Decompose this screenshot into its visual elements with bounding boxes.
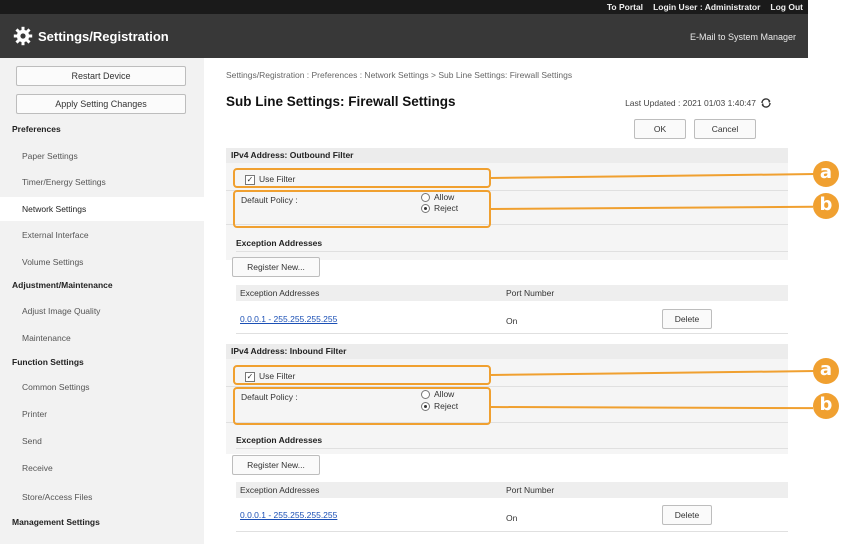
sidebar-item-volume-settings[interactable]: Volume Settings (22, 257, 83, 267)
ok-button[interactable]: OK (634, 119, 686, 139)
divider (236, 448, 788, 449)
login-user-label: Login User : Administrator (653, 2, 761, 12)
to-portal-link[interactable]: To Portal (607, 0, 643, 14)
logout-link[interactable]: Log Out (770, 0, 803, 14)
top-bar: To Portal Login User : Administrator Log… (0, 0, 841, 14)
last-updated-text: Last Updated : 2021 01/03 1:40:47 (625, 98, 756, 108)
apply-setting-changes-button[interactable]: Apply Setting Changes (16, 94, 186, 114)
col-exception-addresses: Exception Addresses (240, 485, 320, 495)
divider (236, 333, 788, 334)
callout-badge-a: a (813, 161, 839, 187)
callout-badge-a: a (813, 358, 839, 384)
outbound-filter-header: IPv4 Address: Outbound Filter (226, 148, 788, 163)
col-port-number: Port Number (506, 485, 555, 495)
sidebar-item-maintenance[interactable]: Maintenance (22, 333, 71, 343)
exception-address-link[interactable]: 0.0.0.1 - 255.255.255.255 (240, 314, 337, 324)
cancel-button[interactable]: Cancel (694, 119, 756, 139)
sidebar-section-adjustment: Adjustment/Maintenance (12, 280, 113, 290)
register-new-button[interactable]: Register New... (232, 257, 320, 277)
port-number-value: On (506, 316, 518, 326)
refresh-icon[interactable] (760, 97, 772, 109)
sidebar-section-preferences: Preferences (12, 124, 61, 134)
callout-box-b-outbound (233, 190, 491, 228)
sidebar-item-timer-energy[interactable]: Timer/Energy Settings (22, 177, 106, 187)
callout-box-a-inbound (233, 365, 491, 385)
callout-box-b-inbound (233, 387, 491, 425)
col-exception-addresses: Exception Addresses (240, 288, 320, 298)
callout-box-a-outbound (233, 168, 491, 188)
main-content: Settings/Registration : Preferences : Ne… (204, 58, 808, 544)
inbound-filter-header: IPv4 Address: Inbound Filter (226, 344, 788, 359)
delete-button[interactable]: Delete (662, 309, 712, 329)
email-system-manager-link[interactable]: E-Mail to System Manager (690, 32, 796, 42)
top-links: To Portal Login User : Administrator Log… (607, 0, 803, 14)
sidebar-item-receive[interactable]: Receive (22, 463, 53, 473)
sidebar-item-adjust-image-quality[interactable]: Adjust Image Quality (22, 306, 100, 316)
port-number-value: On (506, 513, 518, 523)
exception-addresses-title: Exception Addresses (236, 435, 323, 445)
divider (236, 251, 788, 252)
delete-button[interactable]: Delete (662, 505, 712, 525)
sidebar-item-network-settings[interactable]: Network Settings (22, 204, 86, 214)
exception-address-link[interactable]: 0.0.0.1 - 255.255.255.255 (240, 510, 337, 520)
exception-addresses-title: Exception Addresses (236, 238, 323, 248)
gear-icon (13, 26, 33, 46)
restart-device-button[interactable]: Restart Device (16, 66, 186, 86)
col-port-number: Port Number (506, 288, 555, 298)
register-new-button[interactable]: Register New... (232, 455, 320, 475)
last-updated: Last Updated : 2021 01/03 1:40:47 (625, 97, 772, 109)
sidebar-item-paper-settings[interactable]: Paper Settings (22, 151, 78, 161)
sidebar-item-external-interface[interactable]: External Interface (22, 230, 89, 240)
callout-badge-b: b (813, 193, 839, 219)
callout-badge-b: b (813, 393, 839, 419)
breadcrumb: Settings/Registration : Preferences : Ne… (226, 70, 573, 80)
sidebar-item-send[interactable]: Send (22, 436, 42, 446)
page-title: Sub Line Settings: Firewall Settings (226, 94, 456, 109)
app-header: Settings/Registration E-Mail to System M… (0, 14, 808, 58)
sidebar: Restart Device Apply Setting Changes Pre… (0, 58, 205, 544)
sidebar-item-store-access-files[interactable]: Store/Access Files (22, 492, 92, 502)
sidebar-item-printer[interactable]: Printer (22, 409, 47, 419)
divider (236, 531, 788, 532)
sidebar-item-common-settings[interactable]: Common Settings (22, 382, 90, 392)
sidebar-section-management: Management Settings (12, 517, 100, 527)
app-title: Settings/Registration (38, 29, 169, 44)
sidebar-section-function-settings: Function Settings (12, 357, 84, 367)
